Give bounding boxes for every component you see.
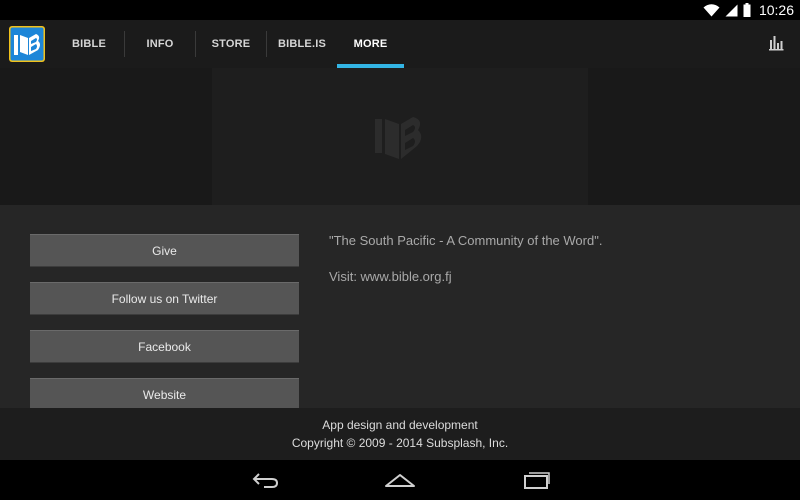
visit-link-text: Visit: www.bible.org.fj bbox=[329, 269, 452, 284]
tagline-quote: "The South Pacific - A Community of the … bbox=[329, 233, 603, 248]
tab-label: BIBLE.IS bbox=[277, 38, 327, 50]
bar-chart-icon bbox=[769, 36, 784, 51]
twitter-button[interactable]: Follow us on Twitter bbox=[30, 282, 299, 315]
wifi-icon bbox=[703, 3, 720, 16]
tab-info[interactable]: INFO bbox=[125, 20, 195, 68]
home-icon bbox=[385, 474, 415, 487]
footer-copyright: Copyright © 2009 - 2014 Subsplash, Inc. bbox=[291, 436, 509, 450]
back-button[interactable] bbox=[247, 468, 283, 492]
content-area: Give Follow us on Twitter Facebook Websi… bbox=[0, 205, 800, 408]
button-list: Give Follow us on Twitter Facebook Websi… bbox=[30, 234, 299, 408]
footer: App design and development Copyright © 2… bbox=[0, 408, 800, 460]
status-bar: 10:26 bbox=[0, 0, 800, 20]
action-bar: BIBLE INFO STORE BIBLE.IS MORE bbox=[0, 20, 800, 68]
footer-credit: App design and development bbox=[322, 418, 478, 432]
tab-store[interactable]: STORE bbox=[196, 20, 266, 68]
facebook-button[interactable]: Facebook bbox=[30, 330, 299, 363]
battery-icon bbox=[743, 3, 751, 17]
header-banner bbox=[0, 68, 800, 205]
website-button[interactable]: Website bbox=[30, 378, 299, 408]
bible-app-logo-icon bbox=[9, 26, 45, 62]
status-time: 10:26 bbox=[758, 2, 794, 18]
bible-logo-watermark-icon bbox=[375, 116, 422, 159]
tab-more[interactable]: MORE bbox=[337, 20, 404, 68]
tab-bar: BIBLE INFO STORE BIBLE.IS MORE bbox=[54, 20, 404, 68]
recent-apps-icon bbox=[524, 472, 550, 489]
back-icon bbox=[252, 473, 279, 488]
app-logo[interactable] bbox=[0, 20, 54, 68]
info-text: "The South Pacific - A Community of the … bbox=[329, 233, 769, 305]
give-button[interactable]: Give bbox=[30, 234, 299, 267]
tab-bible-is[interactable]: BIBLE.IS bbox=[267, 20, 337, 68]
stats-button[interactable] bbox=[766, 34, 786, 54]
navigation-bar bbox=[0, 460, 800, 500]
home-button[interactable] bbox=[382, 468, 418, 492]
signal-icon bbox=[725, 4, 738, 16]
tab-bible[interactable]: BIBLE bbox=[54, 20, 124, 68]
tab-label: BIBLE bbox=[72, 38, 106, 50]
recent-apps-button[interactable] bbox=[518, 468, 554, 492]
tab-label: STORE bbox=[211, 38, 251, 50]
tab-label: MORE bbox=[353, 38, 388, 50]
tab-label: INFO bbox=[146, 38, 174, 50]
